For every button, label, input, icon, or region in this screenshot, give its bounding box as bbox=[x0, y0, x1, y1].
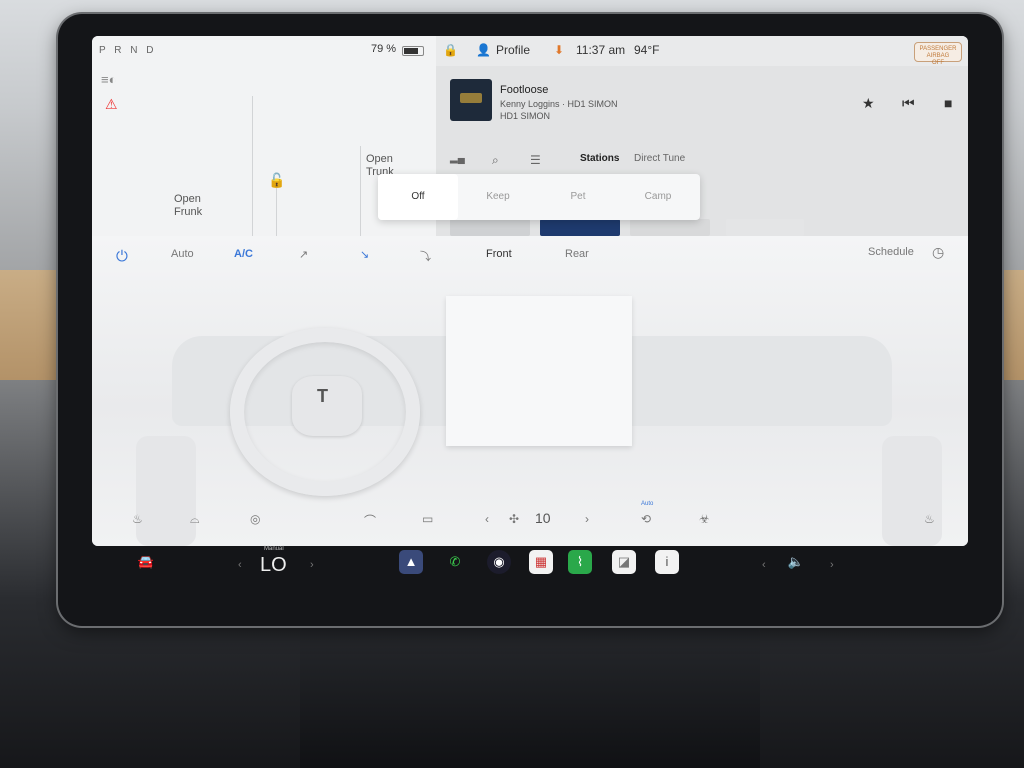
station-tile[interactable] bbox=[540, 219, 620, 236]
profile-icon[interactable]: 👤 bbox=[476, 43, 491, 57]
tesla-logo: T bbox=[317, 386, 328, 406]
center-screen-graphic bbox=[446, 296, 632, 446]
open-frunk-button[interactable]: Open Frunk bbox=[174, 193, 202, 219]
airbag-label-1: PASSENGER bbox=[919, 46, 957, 52]
temp-increase-chevron[interactable]: › bbox=[310, 559, 314, 571]
station-tile[interactable] bbox=[450, 219, 530, 236]
download-icon[interactable]: ⬇ bbox=[554, 43, 564, 57]
volume-icon[interactable]: 🔈 bbox=[784, 550, 808, 574]
queue-icon[interactable]: ☰ bbox=[530, 153, 541, 167]
seat-graphic bbox=[882, 436, 942, 546]
seatbelt-warning-icon: ⚠ bbox=[105, 96, 118, 112]
volume-decrease-chevron[interactable]: ‹ bbox=[762, 559, 766, 571]
temp-decrease-chevron[interactable]: ‹ bbox=[238, 559, 242, 571]
keeper-off-option[interactable]: Off bbox=[378, 174, 458, 220]
driver-seat-heater-icon[interactable]: ♨ bbox=[132, 512, 143, 526]
airflow-mix-icon[interactable]: ⤵ bbox=[420, 248, 431, 264]
phone-app-icon[interactable]: ✆ bbox=[443, 550, 467, 574]
profile-label[interactable]: Profile bbox=[496, 43, 530, 57]
recirculate-auto-label: Auto bbox=[641, 501, 654, 507]
manual-label: Manual bbox=[264, 546, 284, 552]
open-frunk-label-2: Frunk bbox=[174, 206, 203, 218]
status-bar: 🔒 👤 Profile ⬇ 11:37 am 94°F PASSENGER AI… bbox=[436, 36, 968, 66]
auto-button[interactable]: Auto bbox=[171, 248, 194, 260]
favorite-icon[interactable]: ★ bbox=[862, 95, 875, 112]
dock: 🚘 ‹ Manual LO › ▲ ✆ ◉ ▦ ⌇ ◪ i ‹ 🔈 › bbox=[92, 546, 968, 584]
passenger-seat-heater-icon[interactable]: ♨ bbox=[924, 512, 935, 526]
car-outline bbox=[252, 96, 253, 236]
schedule-button[interactable]: Schedule bbox=[868, 246, 914, 258]
energy-app-icon[interactable]: ⌇ bbox=[568, 550, 592, 574]
station-tile[interactable] bbox=[726, 219, 804, 236]
battery-percent: 79 % bbox=[371, 43, 397, 55]
battery-fill bbox=[404, 48, 418, 54]
ac-button[interactable]: A/C bbox=[234, 248, 253, 260]
search-icon[interactable]: ⌕ bbox=[492, 153, 499, 168]
artist-name: Kenny Loggins · HD1 SIMON bbox=[500, 99, 618, 109]
tab-direct-tune[interactable]: Direct Tune bbox=[634, 153, 685, 164]
keeper-keep-option[interactable]: Keep bbox=[458, 174, 538, 220]
touchscreen: P R N D 79 % ≡◐ ⚠ Open Frunk Open Trunk … bbox=[92, 36, 968, 546]
front-vents-tab[interactable]: Front bbox=[486, 248, 512, 260]
steering-heater-icon[interactable]: ◎ bbox=[250, 512, 260, 526]
car-outline bbox=[276, 186, 277, 236]
airbag-label-3: OFF bbox=[932, 60, 944, 66]
airbag-label-2: AIRBAG bbox=[926, 53, 950, 59]
gear-indicator: P R N D bbox=[99, 45, 157, 56]
front-defrost-icon[interactable]: ⌒ bbox=[364, 512, 376, 529]
stop-icon[interactable]: ■ bbox=[944, 95, 952, 111]
unlock-icon[interactable]: 🔓 bbox=[268, 172, 285, 189]
rear-defrost-icon[interactable]: ▭ bbox=[422, 512, 433, 526]
car-icon[interactable]: 🚘 bbox=[134, 550, 158, 574]
passenger-airbag-status: PASSENGER AIRBAG OFF bbox=[914, 42, 962, 66]
airflow-face-icon[interactable]: ↗ bbox=[299, 248, 308, 261]
song-title: Footloose bbox=[500, 84, 549, 96]
keeper-camp-option[interactable]: Camp bbox=[618, 174, 698, 220]
station-tile[interactable] bbox=[630, 219, 710, 236]
toybox-app-icon[interactable]: ◪ bbox=[612, 550, 636, 574]
tab-stations[interactable]: Stations bbox=[580, 153, 619, 164]
climate-panel: ⏻ Auto A/C ↗ ↘ ⤵ Front Rear Schedule ◷ T… bbox=[92, 236, 968, 546]
volume-increase-chevron[interactable]: › bbox=[830, 559, 834, 571]
battery-icon bbox=[402, 46, 424, 56]
camera-app-icon[interactable]: ◉ bbox=[487, 550, 511, 574]
seat-graphic bbox=[136, 436, 196, 546]
bioweapon-defense-icon[interactable]: ☣ bbox=[699, 512, 710, 526]
previous-track-icon[interactable]: ⏮ bbox=[902, 95, 915, 112]
fan-speed-value: 10 bbox=[535, 510, 551, 526]
navigation-app-icon[interactable]: ▲ bbox=[399, 550, 423, 574]
center-console bbox=[300, 625, 760, 768]
calendar-app-icon[interactable]: ▦ bbox=[529, 550, 553, 574]
radio-source-icon[interactable]: ▂▄ bbox=[450, 153, 465, 164]
keeper-pet-option[interactable]: Pet bbox=[538, 174, 618, 220]
open-trunk-label-1: Open bbox=[366, 153, 393, 165]
manual-app-icon[interactable]: i bbox=[655, 550, 679, 574]
clock-icon[interactable]: ◷ bbox=[932, 244, 944, 261]
open-frunk-label-1: Open bbox=[174, 193, 201, 205]
climate-keeper-selector: Off Keep Pet Camp bbox=[378, 174, 700, 220]
lock-icon[interactable]: 🔒 bbox=[443, 43, 458, 57]
fan-increase-icon[interactable]: › bbox=[585, 512, 589, 526]
outside-temperature: 94°F bbox=[634, 43, 660, 57]
station-name: HD1 SIMON bbox=[500, 111, 551, 121]
driver-temperature: LO bbox=[260, 554, 287, 576]
airflow-feet-icon[interactable]: ↘ bbox=[360, 248, 369, 261]
headlights-icon[interactable]: ≡◐ bbox=[101, 72, 116, 87]
rear-vents-tab[interactable]: Rear bbox=[565, 248, 589, 260]
clock: 11:37 am bbox=[576, 43, 626, 57]
wiper-icon[interactable]: ⌓ bbox=[190, 512, 200, 527]
car-outline bbox=[360, 146, 361, 236]
album-art[interactable] bbox=[450, 79, 492, 121]
fan-icon: ✣ bbox=[509, 512, 520, 526]
recirculate-icon[interactable]: ⟲ bbox=[641, 512, 651, 526]
power-icon[interactable]: ⏻ bbox=[116, 248, 128, 265]
fan-decrease-icon[interactable]: ‹ bbox=[485, 512, 489, 526]
